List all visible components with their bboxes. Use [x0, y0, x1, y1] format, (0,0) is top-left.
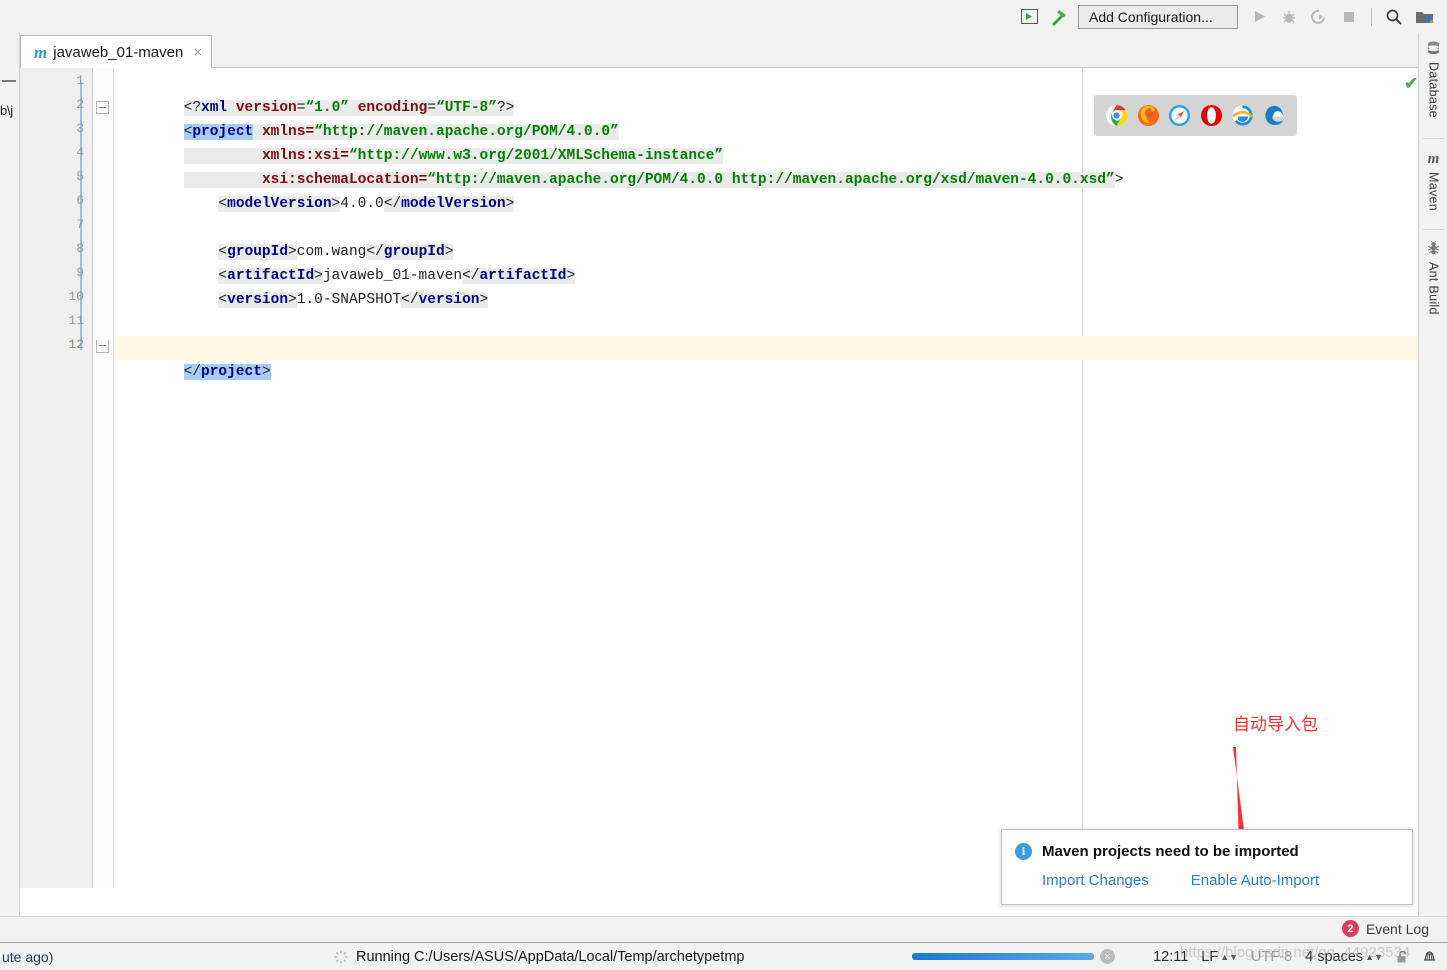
background-task: Running C:/Users/ASUS/AppData/Local/Temp…: [334, 949, 744, 965]
watermark-text: https://blog.csdn.net/qq_44923534: [1180, 944, 1411, 961]
edge-icon[interactable]: [1263, 104, 1286, 127]
breadcrumb-partial: b\j: [0, 103, 13, 118]
editor-tab-javaweb-01-maven[interactable]: m javaweb_01-maven ×: [20, 35, 213, 69]
code-line-5[interactable]: <modelVersion>4.0.0</modelVersion>: [114, 168, 1418, 212]
editor-tab-label: javaweb_01-maven: [53, 44, 184, 61]
fold-collapse-icon[interactable]: [96, 101, 109, 114]
line-number: 4: [76, 145, 84, 160]
chrome-icon[interactable]: [1105, 104, 1128, 127]
run-button[interactable]: [1246, 4, 1272, 30]
firefox-icon[interactable]: [1137, 104, 1160, 127]
sidebar-item-maven[interactable]: m Maven: [1419, 151, 1447, 211]
notification-actions: Import Changes Enable Auto-Import: [1042, 872, 1319, 889]
sidebar-item-ant-build[interactable]: Ant Build: [1419, 240, 1447, 315]
enable-auto-import-link[interactable]: Enable Auto-Import: [1191, 872, 1319, 889]
sidebar-item-database[interactable]: Database: [1419, 41, 1447, 118]
run-anything-icon[interactable]: [1016, 4, 1042, 30]
line-number: 1: [76, 73, 84, 88]
code-line-4[interactable]: xsi:schemaLocation=“http://maven.apache.…: [114, 144, 1418, 188]
close-icon[interactable]: ×: [193, 44, 202, 61]
code-line-9[interactable]: <version>1.0-SNAPSHOT</version>: [114, 264, 1418, 308]
search-everywhere-icon[interactable]: [1381, 4, 1407, 30]
line-number: 11: [68, 313, 84, 328]
opera-icon[interactable]: [1200, 104, 1223, 127]
event-log-button[interactable]: 2 Event Log: [1341, 920, 1429, 937]
internet-explorer-icon[interactable]: [1231, 104, 1254, 127]
idea-mascot-icon[interactable]: [1422, 949, 1437, 964]
notification-header: i Maven projects need to be imported: [1015, 843, 1299, 860]
code-line-1[interactable]: <?xml version=“1.0” encoding=“UTF-8”?>: [114, 72, 1418, 116]
annotation-text: 自动导入包: [1233, 715, 1318, 735]
code-folding-column[interactable]: [93, 68, 114, 888]
event-log-badge: 2: [1341, 920, 1359, 937]
stop-button[interactable]: [1336, 4, 1362, 30]
ant-icon: [1427, 240, 1440, 258]
line-number: 8: [76, 241, 84, 256]
add-configuration-button[interactable]: Add Configuration...: [1078, 4, 1238, 29]
info-icon: i: [1015, 843, 1032, 860]
hide-sidebar-icon[interactable]: [2, 80, 16, 82]
build-hammer-icon[interactable]: [1046, 4, 1072, 30]
line-number: 10: [68, 289, 84, 304]
project-structure-icon[interactable]: [1411, 4, 1437, 30]
maven-import-notification[interactable]: i Maven projects need to be imported Imp…: [1001, 829, 1413, 905]
debug-button[interactable]: [1276, 4, 1302, 30]
sidebar-label-database: Database: [1426, 62, 1441, 118]
progress-bar: [912, 953, 1094, 960]
line-number: 5: [76, 169, 84, 184]
event-log-label: Event Log: [1365, 920, 1429, 937]
status-task-text: Running C:/Users/ASUS/AppData/Local/Temp…: [356, 948, 745, 965]
sidebar-divider: [1423, 138, 1444, 139]
code-line-10[interactable]: [114, 288, 1418, 312]
code-line-12[interactable]: </project>: [114, 336, 1418, 380]
toolbar-divider: [1371, 7, 1372, 26]
sidebar-label-maven: Maven: [1426, 172, 1441, 212]
database-icon: [1427, 41, 1440, 58]
line-number-gutter: 1 2 3 4 5 6 7 8 9 10 11 12: [20, 68, 93, 888]
cancel-task-icon[interactable]: ×: [1100, 949, 1115, 964]
run-with-coverage-button[interactable]: [1306, 4, 1332, 30]
main-toolbar: Add Configuration...: [0, 0, 1447, 33]
line-number: 6: [76, 193, 84, 208]
right-tool-strip: Database m Maven Ant Build: [1418, 33, 1447, 916]
code-line-7[interactable]: <groupId>com.wang</groupId>: [114, 216, 1418, 260]
maven-icon: m: [1427, 151, 1440, 167]
notification-title: Maven projects need to be imported: [1042, 843, 1299, 860]
line-number: 2: [76, 97, 84, 112]
code-line-11[interactable]: [114, 312, 1418, 336]
editor-tab-bar: m javaweb_01-maven ×: [20, 33, 1418, 69]
left-tool-strip: b\j: [0, 33, 20, 916]
sidebar-divider: [1423, 229, 1444, 230]
line-number: 12: [68, 337, 84, 352]
intellij-idea-window: Add Configuration... b\j m javaweb_01-ma…: [0, 0, 1447, 970]
event-log-bar: 2 Event Log: [0, 916, 1447, 942]
safari-icon[interactable]: [1168, 104, 1191, 127]
line-number: 9: [76, 265, 84, 280]
status-left-text: ute ago): [2, 948, 54, 965]
line-number: 3: [76, 121, 84, 136]
open-in-browser-popup[interactable]: [1094, 95, 1297, 136]
line-number: 7: [76, 217, 84, 232]
inspection-ok-icon[interactable]: ✔: [1404, 74, 1418, 94]
code-line-8[interactable]: <artifactId>javaweb_01-maven</artifactId…: [114, 240, 1418, 284]
loading-spinner-icon: [334, 950, 348, 964]
import-changes-link[interactable]: Import Changes: [1042, 872, 1149, 889]
maven-pom-icon: m: [34, 42, 48, 62]
sidebar-label-ant-build: Ant Build: [1426, 262, 1441, 315]
fold-end-icon[interactable]: [96, 340, 109, 353]
code-line-6[interactable]: [114, 192, 1418, 216]
